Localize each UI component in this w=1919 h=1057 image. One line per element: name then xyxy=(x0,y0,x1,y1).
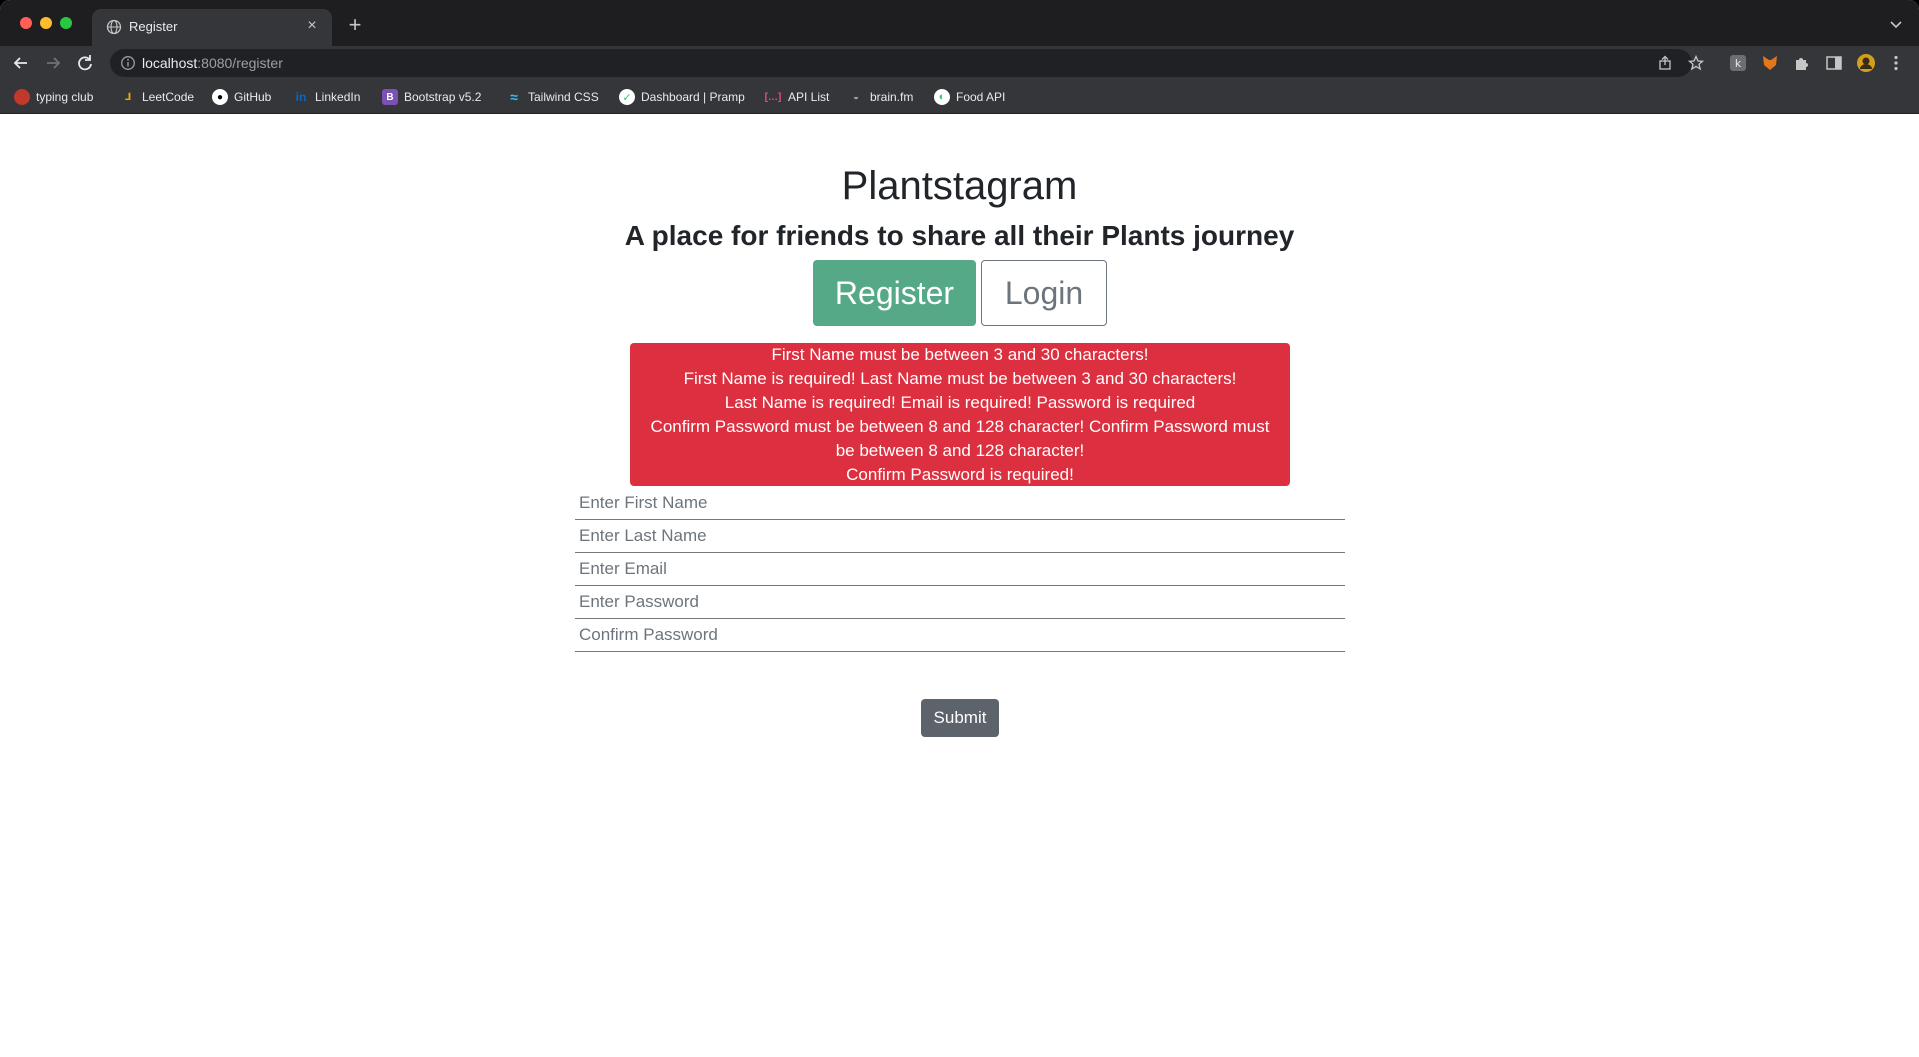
bookmark-leetcode[interactable]: ⅃ LeetCode xyxy=(120,87,194,107)
typing-club-icon xyxy=(14,89,30,105)
bookmark-label: LeetCode xyxy=(142,90,195,104)
last-name-field xyxy=(575,520,1345,553)
bookmark-bootstrap[interactable]: B Bootstrap v5.2 xyxy=(382,87,481,107)
info-icon[interactable] xyxy=(120,55,136,71)
linkedin-icon: in xyxy=(295,90,307,104)
first-name-input[interactable] xyxy=(575,487,1345,518)
bookmark-label: GitHub xyxy=(234,90,272,104)
tab-register[interactable]: Register × xyxy=(92,9,332,46)
bookmark-label: brain.fm xyxy=(870,90,914,104)
bookmark-tailwind[interactable]: ≈ Tailwind CSS xyxy=(506,87,599,107)
email-field xyxy=(575,553,1345,586)
password-field xyxy=(575,586,1345,619)
close-window-button[interactable] xyxy=(20,17,32,29)
github-icon: ● xyxy=(212,89,228,105)
bookmark-food-api[interactable]: ◐ Food API xyxy=(934,87,1005,107)
tailwind-icon: ≈ xyxy=(510,89,518,105)
share-icon[interactable] xyxy=(1657,55,1673,71)
page-content: Plantstagram A place for friends to shar… xyxy=(0,114,1919,1057)
chevron-down-icon[interactable] xyxy=(1887,15,1905,33)
leetcode-icon: ⅃ xyxy=(124,91,132,103)
back-icon[interactable] xyxy=(10,52,32,74)
confirm-password-input[interactable] xyxy=(575,619,1345,650)
error-message: First Name is required! Last Name must b… xyxy=(683,369,1237,388)
error-message: Confirm Password must be between 8 and 1… xyxy=(650,417,1270,460)
bookmark-label: API List xyxy=(788,90,830,104)
login-button[interactable]: Login xyxy=(981,260,1107,326)
url-text: localhost:8080/register xyxy=(142,55,283,71)
last-name-input[interactable] xyxy=(575,520,1345,551)
bookmarks-bar: typing club ⅃ LeetCode ● GitHub in Linke… xyxy=(0,80,1919,114)
tab-title: Register xyxy=(129,19,178,34)
bookmark-label: Dashboard | Pramp xyxy=(641,90,745,104)
bookmark-label: Bootstrap v5.2 xyxy=(404,90,482,104)
maximize-window-button[interactable] xyxy=(60,17,72,29)
url-host: localhost xyxy=(142,55,198,71)
bookmark-typing-club[interactable]: typing club xyxy=(14,87,93,107)
address-bar[interactable]: localhost:8080/register xyxy=(110,49,1704,77)
register-button[interactable]: Register xyxy=(813,260,976,326)
more-menu-icon[interactable] xyxy=(1886,53,1906,73)
bookmark-label: LinkedIn xyxy=(315,90,361,104)
bootstrap-icon: B xyxy=(382,89,398,105)
page-title: Plantstagram xyxy=(841,164,1078,208)
new-tab-icon[interactable]: + xyxy=(343,14,367,38)
bookmark-brainfm[interactable]: ◒ brain.fm xyxy=(848,87,913,107)
submit-button[interactable]: Submit xyxy=(921,699,999,737)
extensions-puzzle-icon[interactable] xyxy=(1792,53,1812,73)
minimize-window-button[interactable] xyxy=(40,17,52,29)
confirm-password-field xyxy=(575,619,1345,652)
forward-icon[interactable] xyxy=(42,52,64,74)
bookmark-star-icon[interactable] xyxy=(1688,55,1704,71)
side-panel-icon[interactable] xyxy=(1824,53,1844,73)
bookmark-label: Food API xyxy=(956,90,1006,104)
brainfm-icon: ◒ xyxy=(852,91,860,103)
tab-strip: Register × + xyxy=(0,0,1919,46)
bookmark-label: Tailwind CSS xyxy=(528,90,599,104)
error-message: Confirm Password is required! xyxy=(846,465,1074,484)
error-alert: First Name must be between 3 and 30 char… xyxy=(630,343,1290,486)
bookmark-api-list[interactable]: […] API List xyxy=(764,87,830,107)
url-path: :8080/register xyxy=(197,55,283,71)
extension-k-icon[interactable]: k xyxy=(1728,53,1748,73)
email-input[interactable] xyxy=(575,553,1345,584)
browser-toolbar: localhost:8080/register k xyxy=(0,46,1919,80)
api-list-icon: […] xyxy=(764,91,782,103)
pramp-icon: ✓ xyxy=(619,89,635,105)
food-api-icon: ◐ xyxy=(934,89,950,105)
bookmark-github[interactable]: ● GitHub xyxy=(212,87,271,107)
bookmark-linkedin[interactable]: in LinkedIn xyxy=(293,87,361,107)
password-input[interactable] xyxy=(575,586,1345,617)
browser-window: Register × + localhost:8080/register k t… xyxy=(0,0,1919,1057)
page-subtitle: A place for friends to share all their P… xyxy=(624,220,1295,251)
bookmark-label: typing club xyxy=(36,90,94,104)
bookmark-pramp[interactable]: ✓ Dashboard | Pramp xyxy=(619,87,745,107)
globe-icon xyxy=(106,19,122,35)
error-message: First Name must be between 3 and 30 char… xyxy=(771,345,1149,364)
metamask-fox-icon[interactable] xyxy=(1760,53,1780,73)
error-message: Last Name is required! Email is required… xyxy=(724,393,1196,412)
svg-text:k: k xyxy=(1735,57,1742,70)
first-name-field xyxy=(575,487,1345,520)
profile-avatar-icon[interactable] xyxy=(1856,53,1876,73)
close-tab-icon[interactable]: × xyxy=(302,16,322,36)
reload-icon[interactable] xyxy=(74,52,96,74)
